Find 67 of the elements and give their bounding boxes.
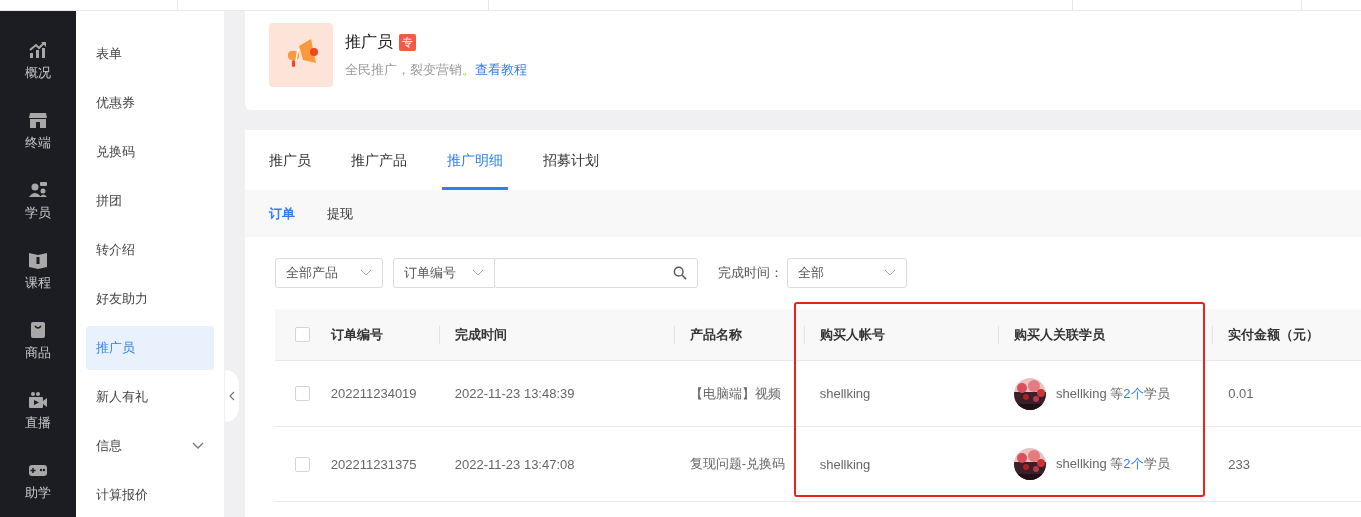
submenu-item[interactable]: 兑换码: [86, 130, 214, 174]
related-students: shellking 等2个学员: [1056, 384, 1170, 403]
time-select[interactable]: 全部: [787, 258, 907, 288]
nav-item[interactable]: 助学: [0, 446, 76, 516]
table-cell: 202211234019: [330, 386, 417, 401]
nav-item[interactable]: 直播: [0, 376, 76, 446]
column-header: 购买人关联学员: [1014, 325, 1106, 344]
column-header: 订单编号: [330, 325, 383, 344]
table-cell: shellking: [819, 386, 871, 401]
collapse-handle[interactable]: [225, 370, 239, 422]
tab[interactable]: 招募计划: [543, 130, 599, 190]
video-camera-icon: [28, 390, 48, 410]
subtab[interactable]: 提现: [327, 204, 353, 223]
subtab[interactable]: 订单: [269, 204, 295, 223]
column-header: 实付金额（元）: [1228, 325, 1320, 344]
submenu-item[interactable]: 推广员: [86, 326, 214, 370]
submenu-item[interactable]: 转介绍: [86, 228, 214, 272]
search-icon: [673, 266, 687, 280]
page-description: 全民推广，裂变营销。: [345, 62, 475, 77]
submenu-item[interactable]: 好友助力: [86, 277, 214, 321]
student-count-link[interactable]: 2个: [1123, 456, 1144, 471]
submenu-item[interactable]: 优惠券: [86, 81, 214, 125]
submenu-item[interactable]: 新人有礼: [86, 375, 214, 419]
search-field[interactable]: [494, 258, 698, 288]
product-select[interactable]: 全部产品: [275, 258, 383, 288]
tab[interactable]: 推广员: [269, 130, 311, 190]
chevron-down-icon: [360, 269, 372, 277]
nav-item[interactable]: 终端: [0, 96, 76, 166]
tutorial-link[interactable]: 查看教程: [475, 62, 527, 77]
chevron-down-icon: [884, 269, 896, 277]
related-students: shellking 等2个学员: [1056, 455, 1170, 473]
nav-item[interactable]: 商品: [0, 306, 76, 376]
table-cell: 2022-11-23 13:48:39: [454, 386, 575, 401]
people-icon: [28, 180, 48, 200]
page-title: 推广员: [345, 32, 393, 52]
table-cell: 233: [1228, 456, 1250, 472]
chevron-down-icon: [472, 269, 484, 277]
table-cell-text: 【电脑端】视频: [689, 384, 781, 403]
store-icon: [28, 110, 48, 130]
book-icon: [28, 250, 48, 270]
submenu-item[interactable]: 拼团: [86, 179, 214, 223]
table-cell: shellking: [819, 456, 871, 472]
column-header: 购买人帐号: [819, 325, 885, 344]
submenu-item[interactable]: 计算报价: [86, 473, 214, 517]
field-select[interactable]: 订单编号: [393, 258, 495, 288]
row-checkbox[interactable]: [295, 456, 311, 472]
nav-item[interactable]: 概况: [0, 26, 76, 96]
column-header: 产品名称: [689, 325, 742, 344]
select-all-checkbox[interactable]: [295, 327, 311, 342]
table-cell-text: 复现问题-兑换码: [689, 455, 786, 473]
chevron-down-icon: [192, 442, 204, 450]
table-cell: 2022-11-23 13:47:08: [454, 456, 575, 472]
nav-item[interactable]: 课程: [0, 236, 76, 306]
student-count-link[interactable]: 2个: [1123, 385, 1144, 401]
pro-badge: 专: [399, 34, 416, 51]
table-cell: 202211231375: [330, 456, 417, 472]
chart-icon: [28, 40, 48, 60]
column-header: 完成时间: [454, 325, 507, 344]
row-checkbox[interactable]: [295, 386, 311, 401]
submenu-item[interactable]: 表单: [86, 32, 214, 76]
bag-icon: [28, 320, 48, 340]
nav-item[interactable]: 学员: [0, 166, 76, 236]
table-cell: 0.01: [1228, 386, 1254, 401]
submenu-item[interactable]: 信息: [86, 424, 214, 468]
time-label: 完成时间：: [718, 264, 783, 282]
tab[interactable]: 推广产品: [351, 130, 407, 190]
megaphone-icon: [269, 22, 333, 87]
